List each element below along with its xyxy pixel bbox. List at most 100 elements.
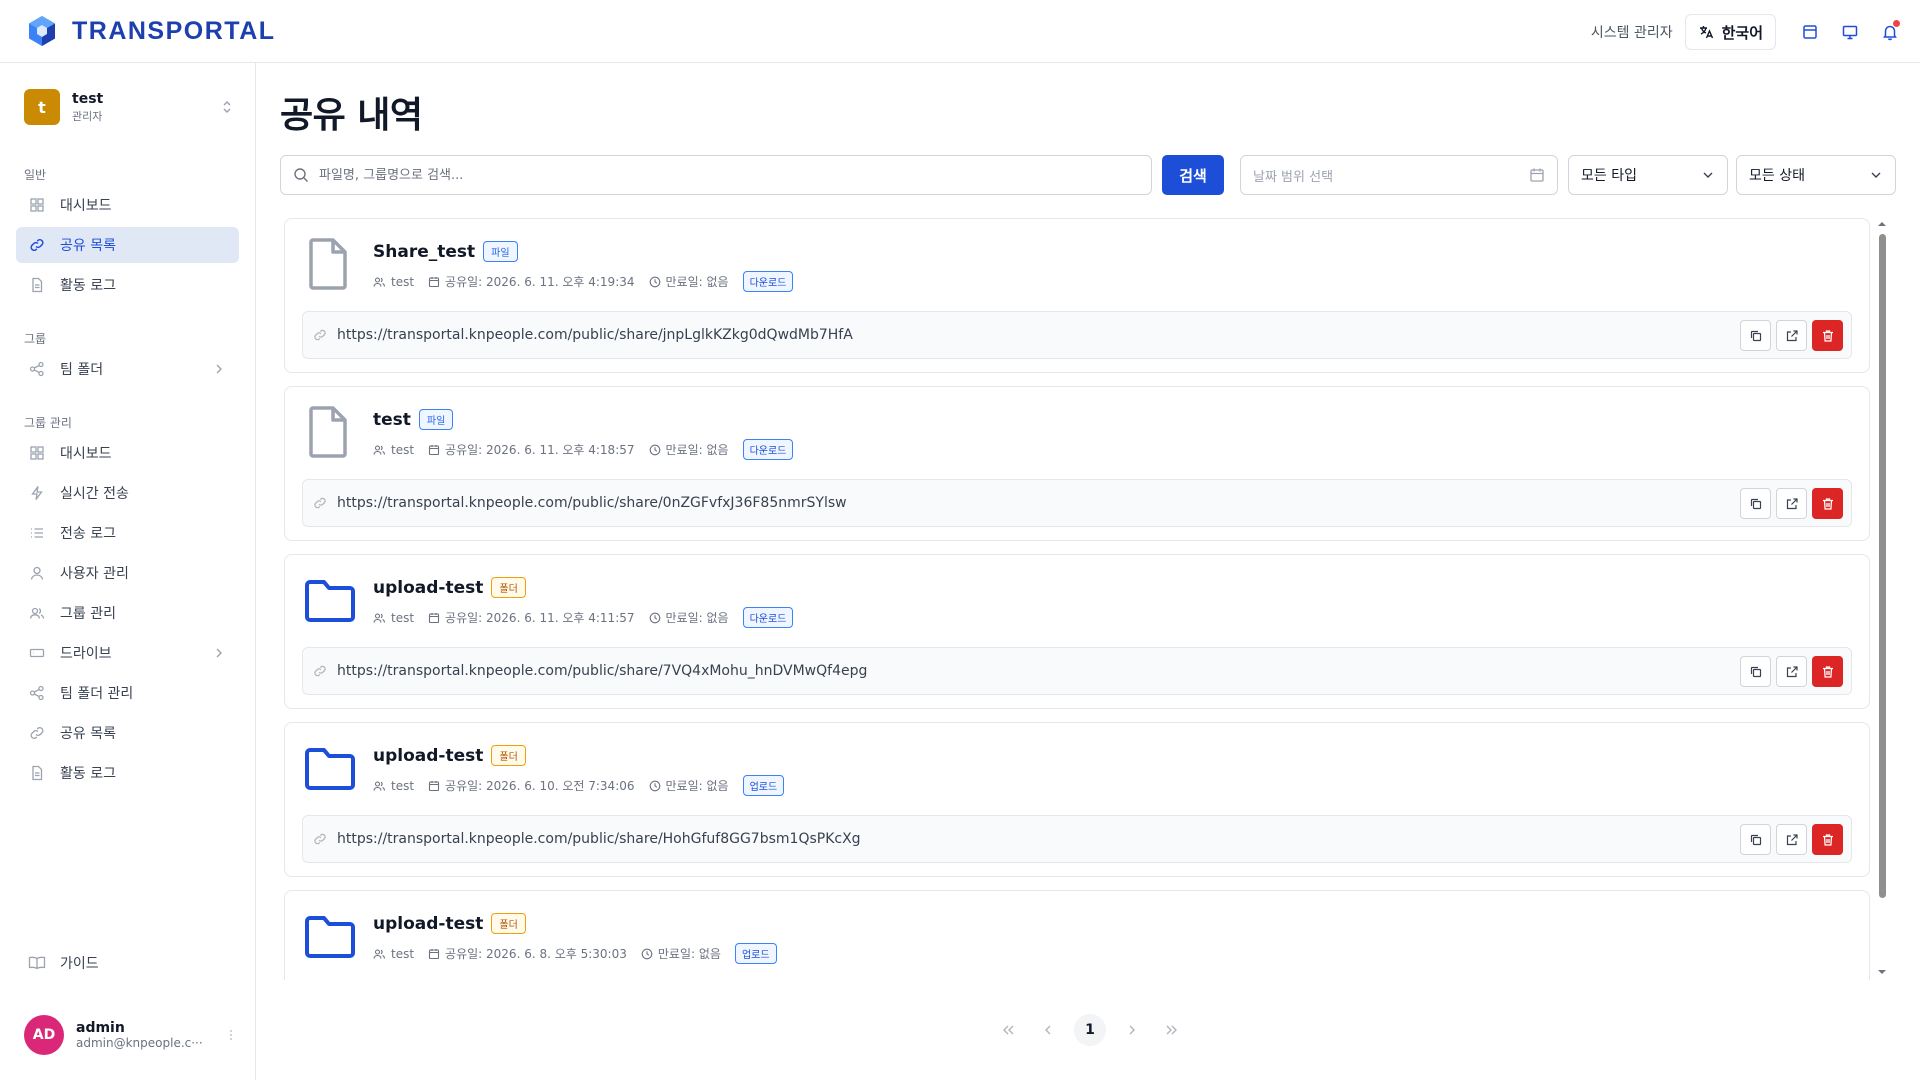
copy-link-button[interactable] xyxy=(1740,656,1771,687)
share-url-row: https://transportal.knpeople.com/public/… xyxy=(302,311,1852,359)
share-url-row: https://transportal.knpeople.com/public/… xyxy=(302,479,1852,527)
previous-page-button[interactable] xyxy=(1034,1016,1062,1044)
copy-link-button[interactable] xyxy=(1740,488,1771,519)
clock-icon xyxy=(641,948,658,960)
next-page-button[interactable] xyxy=(1118,1016,1146,1044)
sidebar-item-label: 활동 로그 xyxy=(60,766,116,782)
search-field[interactable] xyxy=(280,155,1152,195)
chevron-right-icon xyxy=(213,362,225,376)
share-meta: test 공유일: 2026. 6. 11. 오후 4:19:34 만료일: 없음 다… xyxy=(373,271,794,292)
share-url[interactable]: https://transportal.knpeople.com/public/… xyxy=(337,327,853,343)
account-menu[interactable]: AD admin admin@knpeople.c··· xyxy=(24,1015,234,1055)
type-badge: 파일 xyxy=(483,241,518,262)
account-name: admin xyxy=(76,1020,125,1036)
logo-icon xyxy=(28,15,56,47)
sidebar-item-group-management[interactable]: 그룹 관리 xyxy=(16,595,239,631)
sidebar-item-transfer-log[interactable]: 전송 로그 xyxy=(16,515,239,551)
brand-logo[interactable]: TRANSPORTAL xyxy=(28,15,276,47)
trash-icon xyxy=(1821,665,1835,679)
calendar-icon xyxy=(428,612,445,624)
drive-icon xyxy=(28,644,46,662)
type-filter-select[interactable]: 모든 타입 xyxy=(1568,155,1728,195)
scrollbar-thumb[interactable] xyxy=(1879,234,1886,898)
share-title: upload-test 폴더 xyxy=(373,913,526,934)
delete-share-button[interactable] xyxy=(1812,824,1843,855)
page-number-current[interactable]: 1 xyxy=(1074,1014,1106,1046)
scroll-up-arrow-icon[interactable] xyxy=(1876,220,1888,228)
link-icon xyxy=(313,664,327,678)
clock-icon xyxy=(649,276,666,288)
expiry-date-text: 만료일: 없음 xyxy=(665,275,729,289)
users-icon xyxy=(373,444,391,456)
share-url[interactable]: https://transportal.knpeople.com/public/… xyxy=(337,495,847,511)
sidebar-item-user-management[interactable]: 사용자 관리 xyxy=(16,555,239,591)
share-name: upload-test xyxy=(373,913,484,934)
folder-icon xyxy=(303,741,355,795)
sidebar-item-share-list[interactable]: 공유 목록 xyxy=(16,227,239,263)
open-link-button[interactable] xyxy=(1776,824,1807,855)
scrollbar[interactable] xyxy=(1876,218,1888,980)
search-icon xyxy=(293,167,309,183)
sidebar-item-dashboard[interactable]: 대시보드 xyxy=(16,187,239,223)
sidebar-item-team-folder[interactable]: 팀 폴더 xyxy=(16,351,239,387)
sidebar-item-admin-share-list[interactable]: 공유 목록 xyxy=(16,715,239,751)
sidebar-item-activity-log[interactable]: 활동 로그 xyxy=(16,267,239,303)
type-badge: 폴더 xyxy=(491,577,526,598)
scroll-down-arrow-icon[interactable] xyxy=(1876,968,1888,976)
workspace-switcher[interactable]: t test 관리자 xyxy=(24,88,234,126)
status-filter-select[interactable]: 모든 상태 xyxy=(1736,155,1896,195)
calendar-icon xyxy=(1529,167,1545,183)
sidebar-item-realtime-transfer[interactable]: 실시간 전송 xyxy=(16,475,239,511)
date-range-picker[interactable]: 날짜 범위 선택 xyxy=(1240,155,1558,195)
calendar-icon xyxy=(428,444,445,456)
copy-link-button[interactable] xyxy=(1740,320,1771,351)
document-icon xyxy=(28,764,46,782)
share-list: Share_test 파일 test 공유일: 2026. 6. 11. 오후 4:1… xyxy=(280,218,1898,980)
search-input[interactable] xyxy=(319,167,1119,183)
more-vertical-icon[interactable] xyxy=(228,1027,234,1043)
delete-share-button[interactable] xyxy=(1812,488,1843,519)
permission-badge: 다운로드 xyxy=(742,439,794,460)
section-label-general: 일반 xyxy=(24,168,47,182)
delete-share-button[interactable] xyxy=(1812,656,1843,687)
link-icon xyxy=(313,496,327,510)
language-button[interactable]: 한국어 xyxy=(1684,14,1776,50)
search-button[interactable]: 검색 xyxy=(1162,155,1224,195)
section-label-group: 그룹 xyxy=(24,332,47,346)
owner-name: test xyxy=(391,442,415,457)
sidebar-item-team-folder-management[interactable]: 팀 폴더 관리 xyxy=(16,675,239,711)
open-link-button[interactable] xyxy=(1776,656,1807,687)
monitor-icon[interactable] xyxy=(1832,14,1868,50)
share-card: upload-test 폴더 test 공유일: 2026. 6. 10. 오전 7:… xyxy=(284,722,1870,877)
sidebar-item-drive[interactable]: 드라이브 xyxy=(16,635,239,671)
account-email: admin@knpeople.c··· xyxy=(76,1036,203,1050)
layout-icon[interactable] xyxy=(1792,14,1828,50)
open-link-button[interactable] xyxy=(1776,320,1807,351)
bell-icon[interactable] xyxy=(1872,14,1908,50)
sidebar-item-guide[interactable]: 가이드 xyxy=(16,945,239,981)
share-card: test 파일 test 공유일: 2026. 6. 11. 오후 4:18:57 만료… xyxy=(284,386,1870,541)
copy-link-button[interactable] xyxy=(1740,824,1771,855)
share-meta: test 공유일: 2026. 6. 10. 오전 7:34:06 만료일: 없음 업… xyxy=(373,775,785,796)
sidebar-item-admin-dashboard[interactable]: 대시보드 xyxy=(16,435,239,471)
share-url[interactable]: https://transportal.knpeople.com/public/… xyxy=(337,831,861,847)
section-label-group-admin: 그룹 관리 xyxy=(24,416,72,430)
open-link-button[interactable] xyxy=(1776,488,1807,519)
sidebar-item-admin-activity-log[interactable]: 활동 로그 xyxy=(16,755,239,791)
share-name: Share_test xyxy=(373,241,476,262)
owner: test xyxy=(373,779,414,793)
share-meta: test 공유일: 2026. 6. 8. 오후 5:30:03 만료일: 없음 업로… xyxy=(373,943,777,964)
chevron-down-icon xyxy=(1869,168,1883,182)
grid-icon xyxy=(28,196,46,214)
type-badge: 폴더 xyxy=(491,913,526,934)
first-page-button[interactable] xyxy=(994,1016,1022,1044)
shared-date: 공유일: 2026. 6. 8. 오후 5:30:03 xyxy=(428,945,627,962)
delete-share-button[interactable] xyxy=(1812,320,1843,351)
last-page-button[interactable] xyxy=(1158,1016,1186,1044)
sidebar-item-label: 사용자 관리 xyxy=(60,566,129,582)
sidebar-item-label: 공유 목록 xyxy=(60,238,116,254)
owner-name: test xyxy=(391,946,415,961)
share-name: upload-test xyxy=(373,745,484,766)
share-url[interactable]: https://transportal.knpeople.com/public/… xyxy=(337,663,867,679)
sidebar-item-label: 그룹 관리 xyxy=(60,606,116,622)
